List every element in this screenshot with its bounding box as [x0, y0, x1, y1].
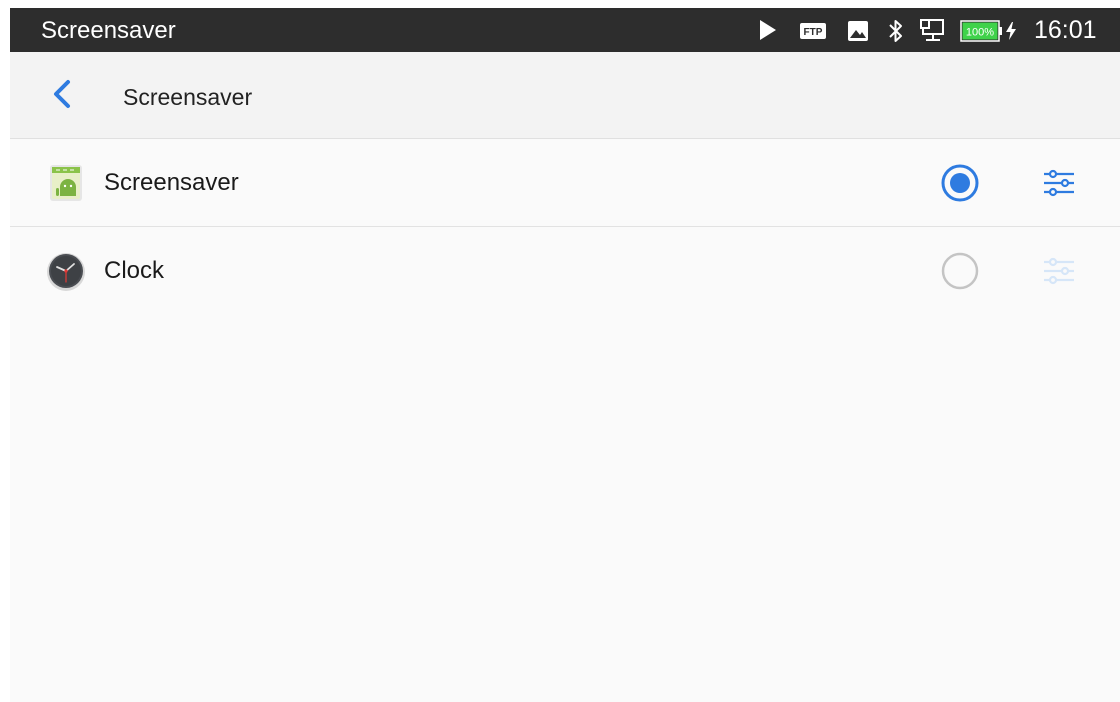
clock-app-icon: [47, 253, 85, 291]
android-app-icon: [50, 165, 82, 201]
list-item-clock[interactable]: Clock: [10, 227, 1120, 314]
ethernet-icon: [920, 19, 944, 41]
battery-icon: 100%: [960, 20, 1002, 42]
settings-button-clock: [1038, 253, 1078, 289]
back-button[interactable]: [40, 72, 84, 116]
status-bar-title: Screensaver: [41, 17, 176, 44]
sliders-icon: [1044, 257, 1074, 285]
radio-clock[interactable]: [940, 251, 980, 291]
svg-text:100%: 100%: [966, 27, 994, 39]
svg-text:FTP: FTP: [804, 27, 823, 38]
page-title: Screensaver: [123, 84, 253, 110]
screen: Screensaver FTP 100% 16:01 Screensaver S…: [10, 8, 1120, 702]
radio-selected-icon: [941, 164, 979, 202]
app-bar: Screensaver: [10, 52, 1120, 139]
sliders-icon: [1044, 169, 1074, 197]
play-icon: [760, 20, 776, 40]
radio-unselected-icon: [941, 252, 979, 290]
ftp-icon: FTP: [800, 23, 826, 39]
chevron-left-icon: [54, 80, 70, 108]
image-icon: [848, 21, 868, 41]
radio-screensaver[interactable]: [940, 163, 980, 203]
settings-button-screensaver[interactable]: [1038, 165, 1078, 201]
status-bar: Screensaver FTP 100% 16:01: [10, 8, 1120, 52]
bluetooth-icon: [889, 20, 902, 42]
list-item-label: Clock: [104, 257, 165, 284]
charging-icon: [1006, 22, 1016, 40]
list-item-screensaver[interactable]: Screensaver: [10, 139, 1120, 227]
status-bar-time: 16:01: [1034, 16, 1097, 44]
list-item-label: Screensaver: [104, 169, 239, 196]
